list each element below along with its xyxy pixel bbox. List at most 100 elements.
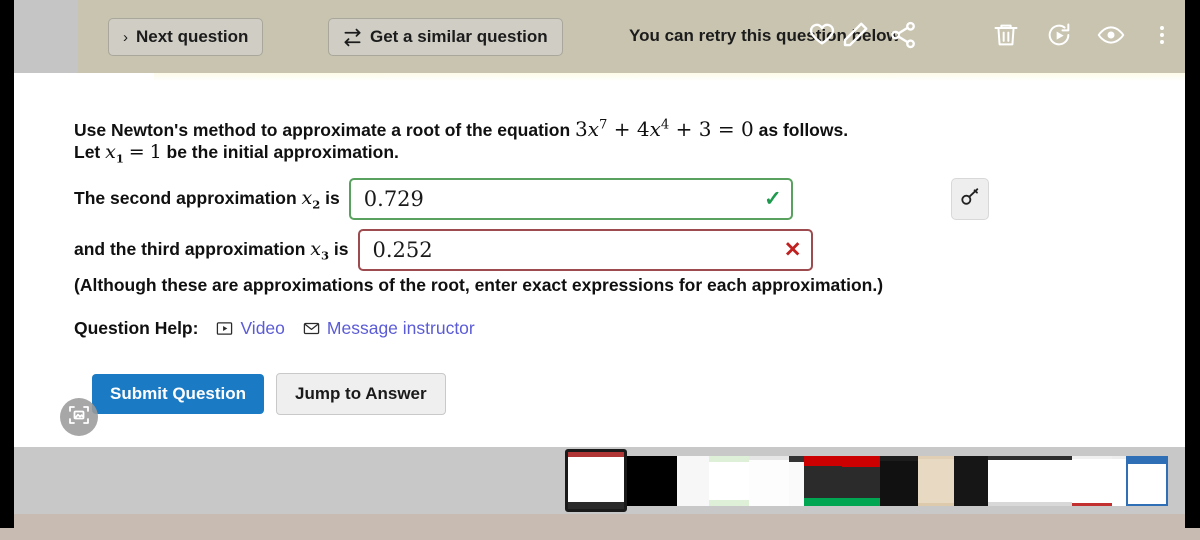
eq-pow-1: 7 bbox=[599, 117, 608, 133]
thumbnail-top-bar bbox=[789, 456, 804, 462]
scan-capture-icon bbox=[67, 403, 91, 432]
thumbnail-bottom-bar bbox=[1072, 503, 1112, 506]
row3-variable: x bbox=[310, 238, 321, 261]
thumbnail-bottom-bar bbox=[918, 503, 954, 506]
thumbnail-dark-menu-app[interactable] bbox=[954, 456, 988, 506]
eq-var-1: x bbox=[587, 117, 600, 141]
next-question-label: Next question bbox=[136, 27, 249, 46]
line2-prefix: Let bbox=[74, 142, 106, 162]
chevron-right-icon: › bbox=[123, 28, 128, 46]
envelope-icon bbox=[303, 320, 320, 337]
key-icon bbox=[959, 186, 981, 213]
eye-icon[interactable] bbox=[1097, 21, 1125, 49]
thumbnail-math-notes-1[interactable] bbox=[988, 456, 1030, 506]
eq-coef-2: 4 bbox=[636, 117, 650, 141]
thumbnail-top-bar bbox=[568, 452, 624, 457]
jump-to-answer-button[interactable]: Jump to Answer bbox=[276, 373, 446, 415]
thumbnail-white-doc[interactable] bbox=[677, 456, 709, 506]
third-approximation-row: and the third approximation x3 is 0.252 … bbox=[74, 229, 813, 271]
third-answer-field-wrap: 0.252 ✕ bbox=[357, 229, 813, 271]
line2-variable: x bbox=[105, 141, 116, 163]
action-button-row: Submit Question Jump to Answer bbox=[92, 373, 446, 415]
next-question-button[interactable]: › Next question bbox=[108, 18, 264, 56]
pencil-icon[interactable] bbox=[840, 20, 870, 50]
vertical-dots-icon[interactable] bbox=[1154, 21, 1170, 49]
row2-label-pre: The second approximation bbox=[74, 188, 302, 209]
thumbnail-bottom-bar bbox=[988, 502, 1030, 506]
eq-op-1: + bbox=[613, 117, 631, 141]
thumbnail-top-bar bbox=[1030, 456, 1072, 460]
question-sheet: Use Newton's method to approximate a roo… bbox=[14, 73, 1185, 447]
second-approximation-label: The second approximation x2 is bbox=[74, 185, 340, 213]
thumbnail-dark-chart-page[interactable] bbox=[789, 456, 804, 506]
thumbnail-spec-sheet-page[interactable] bbox=[749, 456, 789, 506]
thumbnail-browser-quiz-page[interactable] bbox=[565, 449, 627, 512]
thumbnail-bottom-bar bbox=[568, 502, 624, 509]
scan-capture-fab[interactable] bbox=[60, 398, 98, 436]
thumbnail-bottom-bar bbox=[709, 500, 749, 506]
thumbnail-dark-console[interactable] bbox=[880, 456, 918, 506]
row3-label-pre: and the third approximation bbox=[74, 239, 311, 260]
thumbnail-top-bar bbox=[1072, 456, 1112, 459]
thumbnail-top-bar bbox=[880, 456, 918, 461]
thumbnail-narrow-doc[interactable] bbox=[1112, 456, 1126, 506]
exact-expression-note: (Although these are approximations of th… bbox=[74, 275, 884, 295]
screen-root: › Next question Get a similar question Y… bbox=[0, 0, 1200, 540]
get-similar-question-label: Get a similar question bbox=[370, 27, 548, 46]
row2-variable: x bbox=[301, 187, 313, 210]
thumbnail-black-window[interactable] bbox=[627, 456, 677, 506]
bezel-right bbox=[1185, 0, 1200, 540]
heart-icon[interactable] bbox=[807, 20, 837, 50]
thumbnail-active-browser-window[interactable] bbox=[1126, 456, 1168, 506]
second-answer-field-wrap: 0.729 ✓ bbox=[348, 178, 793, 220]
line2-equals: = bbox=[128, 141, 145, 163]
device-viewport: › Next question Get a similar question Y… bbox=[14, 0, 1185, 528]
thumbnail-top-bar bbox=[804, 456, 842, 466]
thumbnail-top-bar bbox=[1128, 458, 1166, 464]
incorrect-cross-icon: ✕ bbox=[783, 238, 802, 262]
share-icon[interactable] bbox=[888, 20, 918, 50]
thumbnail-top-bar bbox=[918, 456, 954, 459]
thumbnail-bottom-bar bbox=[804, 498, 842, 506]
thumbnail-top-bar bbox=[709, 456, 749, 462]
swap-arrows-icon bbox=[343, 28, 362, 47]
thumbnail-strip[interactable] bbox=[565, 447, 1168, 514]
message-instructor-link[interactable]: Message instructor bbox=[327, 318, 475, 339]
thumbnail-flag-video-red-2[interactable] bbox=[842, 456, 880, 506]
thumbnail-math-notes-2[interactable] bbox=[1030, 456, 1072, 506]
play-box-icon bbox=[216, 320, 233, 337]
eq-coef-1: 3 bbox=[575, 117, 588, 141]
thumbnail-iron-man-image[interactable] bbox=[918, 456, 954, 506]
eq-rhs: 0 bbox=[741, 117, 754, 141]
sheet-highlight bbox=[154, 73, 1185, 81]
horizontal-scrollbar-track[interactable] bbox=[14, 518, 1185, 528]
answer-key-button[interactable] bbox=[951, 178, 989, 220]
replay-circle-icon[interactable] bbox=[1045, 21, 1073, 49]
question-help-label: Question Help: bbox=[74, 318, 199, 338]
bezel-bottom bbox=[0, 528, 1200, 540]
submit-question-button[interactable]: Submit Question bbox=[92, 374, 264, 414]
trash-icon[interactable] bbox=[992, 21, 1020, 49]
toolbar-left-pad bbox=[14, 0, 78, 73]
eq-equals: = bbox=[717, 117, 735, 141]
third-answer-input[interactable]: 0.252 bbox=[357, 229, 813, 271]
thumbnail-green-form-page[interactable] bbox=[709, 456, 749, 506]
thumbnail-bottom-bar bbox=[842, 498, 880, 506]
row3-label-post: is bbox=[329, 239, 349, 260]
third-approximation-label: and the third approximation x3 is bbox=[74, 236, 349, 264]
second-answer-input[interactable]: 0.729 bbox=[348, 178, 793, 220]
row3-subscript: 3 bbox=[320, 248, 330, 263]
eq-var-2: x bbox=[649, 117, 661, 141]
correct-check-icon: ✓ bbox=[764, 187, 782, 211]
thumbnail-formula-sheet[interactable] bbox=[1072, 456, 1112, 506]
get-similar-question-button[interactable]: Get a similar question bbox=[328, 18, 563, 56]
thumbnail-top-bar bbox=[988, 456, 1030, 460]
line2-value: 1 bbox=[149, 141, 162, 163]
question-text-prefix: Use Newton's method to approximate a roo… bbox=[74, 120, 576, 140]
eq-pow-2: 4 bbox=[660, 117, 670, 133]
video-help-link[interactable]: Video bbox=[240, 318, 284, 339]
question-statement-line-2: Let x1 = 1 be the initial approximation. bbox=[74, 139, 399, 167]
question-text-suffix: as follows. bbox=[753, 120, 849, 140]
thumbnail-flag-video-red[interactable] bbox=[804, 456, 842, 506]
second-approximation-row: The second approximation x2 is 0.729 ✓ bbox=[74, 178, 793, 220]
